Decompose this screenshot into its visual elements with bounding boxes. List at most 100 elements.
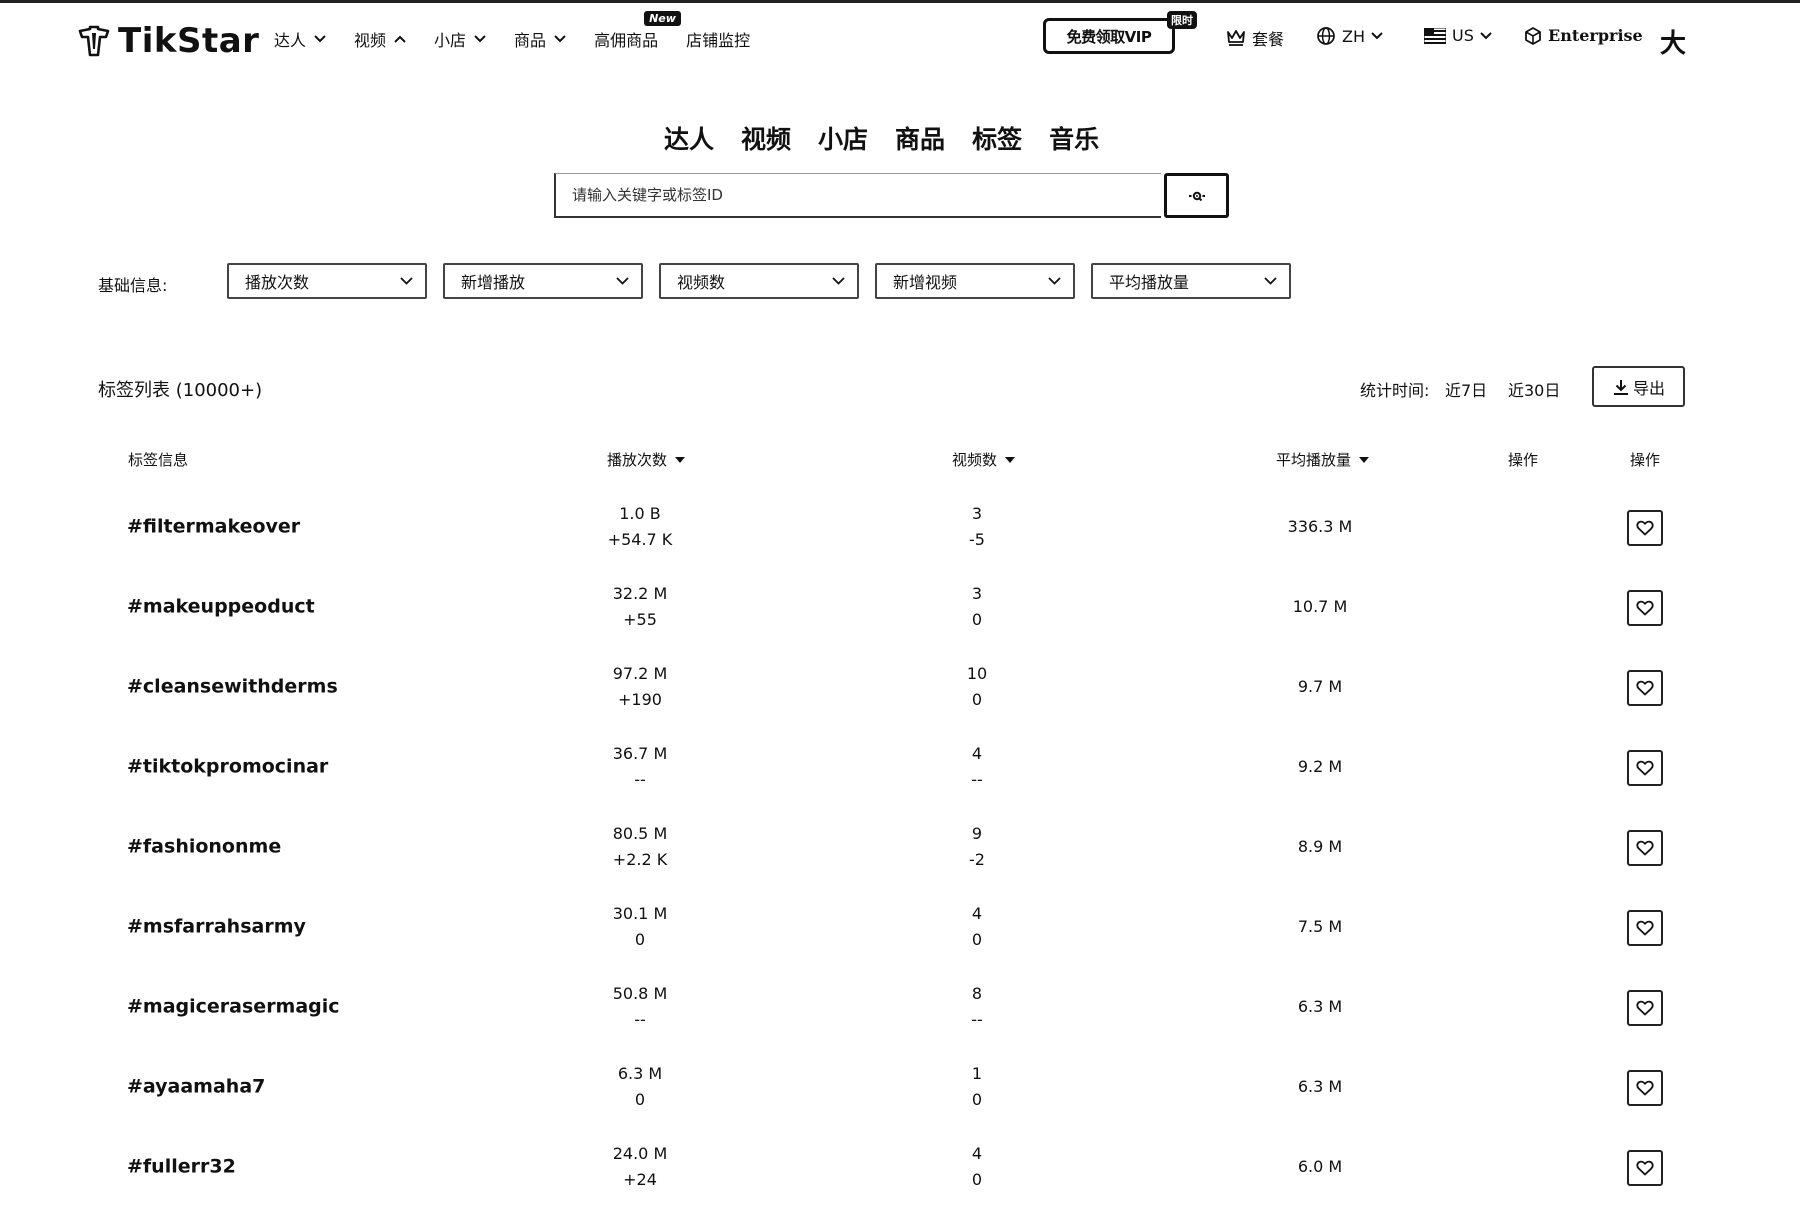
nav-videos[interactable]: 视频: [354, 27, 406, 51]
plays-cell: 24.0 M +24: [570, 1141, 710, 1193]
nav-high-commission[interactable]: 高佣商品 New: [594, 11, 681, 51]
header-actions-2: 操作: [1630, 449, 1660, 470]
tag-name[interactable]: #filtermakeover: [127, 517, 300, 537]
header-label: 播放次数: [607, 451, 668, 469]
tag-name[interactable]: #fullerr32: [127, 1157, 236, 1177]
search-category-tabs: 达人 视频 小店 商品 标签 音乐: [664, 120, 1126, 156]
logo-text: TikStar: [118, 21, 260, 61]
search-button[interactable]: [1164, 173, 1229, 218]
chevron-down-icon: [400, 277, 413, 285]
plays-value: 6.3 M: [617, 1064, 663, 1083]
language-selector[interactable]: ZH: [1316, 26, 1383, 46]
sort-desc-icon: [1005, 456, 1016, 463]
plays-value: 97.2 M: [612, 664, 668, 683]
favorite-button[interactable]: [1627, 830, 1663, 866]
header-label: 视频数: [952, 451, 998, 469]
nav-shop-monitor[interactable]: 店铺监控: [686, 27, 750, 51]
header-label: 标签信息: [128, 451, 189, 469]
favorite-button[interactable]: [1627, 750, 1663, 786]
videos-delta: 0: [971, 1090, 983, 1109]
free-vip-button[interactable]: 免费领取VIP: [1043, 18, 1175, 54]
header-avg-plays-sort[interactable]: 平均播放量: [1276, 449, 1370, 470]
nav-label: 高佣商品: [594, 31, 659, 50]
export-label: 导出: [1632, 378, 1665, 398]
range-7d-button[interactable]: 近7日: [1445, 377, 1487, 401]
tab-music[interactable]: 音乐: [1049, 120, 1099, 156]
tag-name[interactable]: #makeuppeoduct: [127, 597, 315, 617]
filter-select-label: 播放次数: [245, 273, 310, 292]
logo[interactable]: TikStar: [76, 21, 259, 61]
export-button[interactable]: 导出: [1592, 366, 1685, 407]
table-row: #fashiononme 80.5 M +2.2 K 9 -2 8.9 M: [0, 813, 1800, 893]
favorite-button[interactable]: [1627, 510, 1663, 546]
filter-plays-select[interactable]: 播放次数: [227, 263, 427, 299]
filter-select-label: 新增视频: [893, 273, 958, 292]
font-size-toggle[interactable]: 大: [1660, 23, 1686, 60]
chevron-down-icon: [554, 35, 566, 43]
nav-influencers[interactable]: 达人: [274, 27, 326, 51]
plays-cell: 36.7 M --: [570, 741, 710, 793]
favorite-button[interactable]: [1627, 990, 1663, 1026]
tab-shops[interactable]: 小店: [818, 120, 868, 156]
videos-cell: 9 -2: [907, 821, 1047, 873]
tag-name[interactable]: #magicerasermagic: [127, 997, 340, 1017]
plans-label: 套餐: [1252, 30, 1285, 49]
tag-name[interactable]: #msfarrahsarmy: [127, 917, 306, 937]
plays-value: 24.0 M: [612, 1144, 668, 1163]
search-icon: [1188, 191, 1205, 201]
videos-cell: 4 --: [907, 741, 1047, 793]
plays-delta: +54.7 K: [607, 530, 673, 549]
stat-period-label: 统计时间:: [1360, 381, 1430, 400]
videos-cell: 40: [907, 1141, 1047, 1193]
favorite-button[interactable]: [1627, 670, 1663, 706]
nav-products[interactable]: 商品: [514, 27, 566, 51]
videos-value: 10: [966, 664, 988, 683]
tag-name[interactable]: #tiktokpromocinar: [127, 757, 328, 777]
chevron-down-icon: [832, 277, 845, 285]
tag-name[interactable]: #fashiononme: [127, 837, 281, 857]
header-videos-sort[interactable]: 视频数: [952, 449, 1016, 470]
header-plays-sort[interactable]: 播放次数: [607, 449, 686, 470]
videos-value: 8: [971, 984, 983, 1003]
tab-influencers[interactable]: 达人: [664, 120, 714, 156]
enterprise-link[interactable]: Enterprise: [1524, 26, 1643, 45]
filter-avg-plays-select[interactable]: 平均播放量: [1091, 263, 1291, 299]
language-label: ZH: [1342, 26, 1365, 46]
heart-icon: [1636, 760, 1654, 776]
plans-link[interactable]: 套餐: [1226, 26, 1284, 50]
region-selector[interactable]: US: [1424, 26, 1492, 45]
download-icon: [1613, 379, 1628, 395]
plays-value: 30.1 M: [612, 904, 668, 923]
favorite-button[interactable]: [1627, 910, 1663, 946]
table-row: #filtermakeover 1.0 B +54.7 K 3 -5 336.3 M: [0, 493, 1800, 573]
tab-hashtags[interactable]: 标签: [972, 120, 1022, 156]
header-label: 操作: [1630, 451, 1661, 469]
favorite-button[interactable]: [1627, 1150, 1663, 1186]
videos-value: 4: [971, 744, 983, 763]
videos-delta: 0: [971, 1170, 983, 1189]
filter-new-videos-select[interactable]: 新增视频: [875, 263, 1075, 299]
filter-videos-select[interactable]: 视频数: [659, 263, 859, 299]
avg-plays-value: 6.3 M: [1297, 997, 1343, 1016]
tab-products[interactable]: 商品: [895, 120, 945, 156]
favorite-button[interactable]: [1627, 590, 1663, 626]
favorite-button[interactable]: [1627, 1070, 1663, 1106]
videos-delta: --: [971, 770, 983, 789]
crown-icon: [1227, 30, 1245, 46]
tab-videos[interactable]: 视频: [741, 120, 791, 156]
nav-shops[interactable]: 小店: [434, 27, 486, 51]
filter-new-plays-select[interactable]: 新增播放: [443, 263, 643, 299]
chevron-down-icon: [1480, 31, 1492, 39]
videos-delta: 0: [971, 610, 983, 629]
videos-cell: 30: [907, 581, 1047, 633]
range-30d-button[interactable]: 近30日: [1508, 377, 1560, 401]
search-box: [554, 173, 1161, 218]
search-input[interactable]: [556, 174, 1161, 216]
tag-name[interactable]: #cleansewithderms: [127, 677, 338, 697]
sort-desc-icon: [675, 456, 686, 463]
tag-name[interactable]: #ayaamaha7: [127, 1077, 265, 1097]
avg-plays-value: 7.5 M: [1297, 917, 1343, 936]
heart-icon: [1636, 600, 1654, 616]
avg-plays-value: 10.7 M: [1292, 597, 1348, 616]
plays-cell: 50.8 M --: [570, 981, 710, 1033]
